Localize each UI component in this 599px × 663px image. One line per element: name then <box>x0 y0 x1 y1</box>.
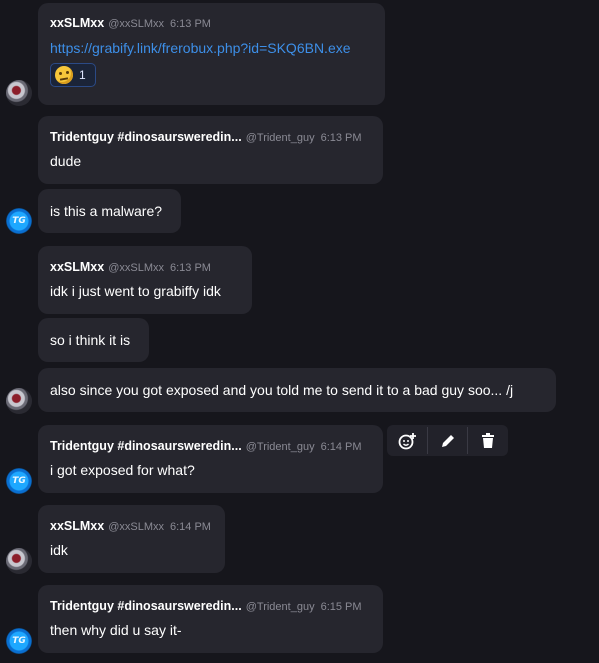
message-header: Tridentguy #dinosaursweredin... @Trident_… <box>50 439 362 454</box>
timestamp: 6:13 PM <box>170 262 211 274</box>
username[interactable]: Tridentguy #dinosaursweredin... <box>50 439 242 453</box>
reaction-count: 1 <box>79 68 86 82</box>
message-bubble: Tridentguy #dinosaursweredin... @Trident_… <box>38 116 383 184</box>
message-text: also since you got exposed and you told … <box>50 382 514 398</box>
username[interactable]: xxSLMxx <box>50 260 104 274</box>
message-text: so i think it is <box>50 332 131 348</box>
message-text: idk i just went to grabiffy idk <box>50 283 221 299</box>
user-handle: @Trident_guy <box>245 601 315 613</box>
message-link[interactable]: https://grabify.link/frerobux.php?id=SKQ… <box>50 39 351 57</box>
avatar[interactable]: TG <box>6 208 32 234</box>
timestamp: 6:15 PM <box>320 601 362 613</box>
user-handle: @xxSLMxx <box>108 521 164 533</box>
message-bubble: also since you got exposed and you told … <box>38 368 556 412</box>
add-reaction-icon <box>398 432 416 449</box>
message-bubble: xxSLMxx @xxSLMxx 6:13 PM https://grabify.l… <box>38 3 385 105</box>
user-handle: @Trident_guy <box>245 132 315 144</box>
username[interactable]: Tridentguy #dinosaursweredin... <box>50 130 242 144</box>
timestamp: 6:13 PM <box>320 132 362 144</box>
timestamp: 6:13 PM <box>170 18 211 30</box>
username[interactable]: xxSLMxx <box>50 519 104 533</box>
message-bubble: Tridentguy #dinosaursweredin... @Trident_… <box>38 585 383 653</box>
message-bubble: xxSLMxx @xxSLMxx 6:14 PM idk <box>38 505 225 573</box>
message-actions-toolbar <box>387 425 508 456</box>
user-handle: @xxSLMxx <box>108 18 164 30</box>
reaction-pill[interactable]: 1 <box>50 63 96 87</box>
delete-button[interactable] <box>468 425 508 456</box>
username[interactable]: xxSLMxx <box>50 16 104 30</box>
message-text: i got exposed for what? <box>50 462 195 478</box>
message-header: xxSLMxx @xxSLMxx 6:13 PM <box>50 16 211 31</box>
message-bubble: xxSLMxx @xxSLMxx 6:13 PM idk i just went t… <box>38 246 252 314</box>
message-text: then why did u say it- <box>50 622 182 638</box>
message-text: is this a malware? <box>50 203 163 219</box>
message-header: Tridentguy #dinosaursweredin... @Trident_… <box>50 130 362 145</box>
avatar[interactable]: TG <box>6 628 32 654</box>
edit-button[interactable] <box>428 425 468 456</box>
avatar[interactable] <box>6 80 32 106</box>
user-handle: @xxSLMxx <box>108 262 164 274</box>
raised-eyebrow-emoji-icon <box>55 66 73 84</box>
avatar[interactable] <box>6 548 32 574</box>
trash-icon <box>482 432 495 448</box>
avatar-initials: TG <box>12 476 26 486</box>
message-bubble: so i think it is <box>38 318 149 362</box>
message-bubble: Tridentguy #dinosaursweredin... @Trident_… <box>38 425 383 493</box>
avatar-initials: TG <box>12 636 26 646</box>
avatar-initials: TG <box>12 216 26 226</box>
message-header: Tridentguy #dinosaursweredin... @Trident_… <box>50 599 362 614</box>
message-header: xxSLMxx @xxSLMxx 6:13 PM <box>50 260 211 275</box>
avatar[interactable] <box>6 388 32 414</box>
username[interactable]: Tridentguy #dinosaursweredin... <box>50 599 242 613</box>
add-reaction-button[interactable] <box>387 425 427 456</box>
message-text: dude <box>50 153 82 169</box>
message-text: idk <box>50 542 68 558</box>
avatar[interactable]: TG <box>6 468 32 494</box>
message-header: xxSLMxx @xxSLMxx 6:14 PM <box>50 519 211 534</box>
timestamp: 6:14 PM <box>320 441 362 453</box>
timestamp: 6:14 PM <box>170 521 211 533</box>
user-handle: @Trident_guy <box>245 441 315 453</box>
message-bubble: is this a malware? <box>38 189 181 233</box>
pencil-icon <box>441 434 454 447</box>
